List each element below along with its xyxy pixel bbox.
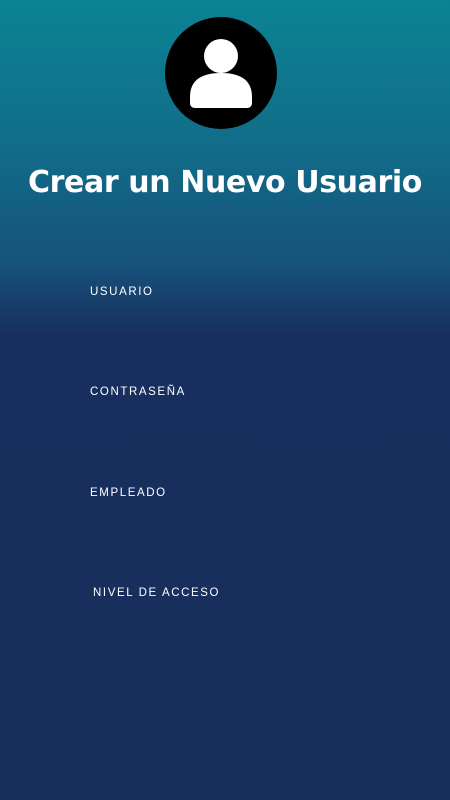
user-icon bbox=[190, 39, 252, 108]
page-title: Crear un Nuevo Usuario bbox=[28, 165, 422, 200]
empleado-input[interactable] bbox=[90, 509, 350, 537]
usuario-field: USUARIO bbox=[90, 284, 370, 364]
nivel-de-acceso-field: NIVEL DE ACCESO bbox=[93, 585, 373, 665]
contrasena-field: CONTRASEÑA bbox=[90, 384, 370, 464]
contrasena-label: CONTRASEÑA bbox=[90, 386, 186, 398]
nivel-de-acceso-input[interactable] bbox=[93, 609, 353, 637]
contrasena-input[interactable] bbox=[90, 408, 350, 436]
avatar bbox=[165, 17, 277, 129]
nivel-de-acceso-label: NIVEL DE ACCESO bbox=[93, 587, 221, 599]
empleado-field: EMPLEADO bbox=[90, 485, 370, 565]
usuario-label: USUARIO bbox=[90, 286, 154, 298]
usuario-input[interactable] bbox=[90, 308, 350, 336]
empleado-label: EMPLEADO bbox=[90, 487, 167, 499]
